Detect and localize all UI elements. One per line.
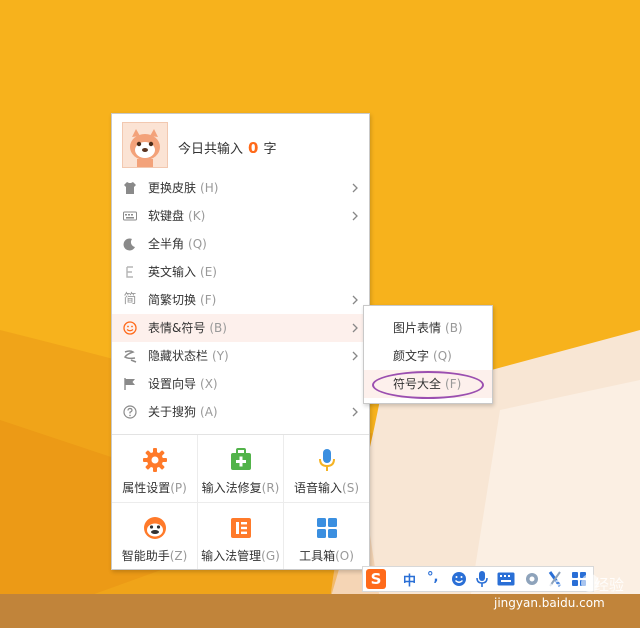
menu-item-label: 更换皮肤 (148, 181, 197, 195)
shortcut-key: (B) (445, 321, 463, 335)
simplified-icon: 简 (123, 292, 137, 307)
shortcut-key: (X) (200, 377, 218, 391)
english-icon (123, 265, 137, 279)
menu-item-label: 英文输入 (148, 265, 197, 279)
shortcut-key: (F) (200, 293, 217, 307)
submenu-item-symbol-collection[interactable]: 符号大全 (F) (364, 370, 492, 399)
svg-text:Bai: Bai (540, 574, 572, 595)
shortcut-key: (R) (261, 481, 280, 495)
watermark-text: jingyan.baidu.com (494, 596, 605, 610)
tool-label: 工具箱 (299, 549, 336, 563)
shortcut-key: (F) (445, 377, 462, 391)
submenu-item-picture-emoji[interactable]: 图片表情 (B) (364, 314, 492, 342)
punctuation-toggle[interactable]: °, (427, 570, 438, 588)
shortcut-key: (Q) (433, 349, 452, 363)
shortcut-key: (Z) (169, 549, 188, 563)
repair-kit-icon (231, 448, 251, 470)
emoji-symbols-submenu: 图片表情 (B) 颜文字 (Q) 符号大全 (F) (363, 305, 493, 404)
assistant-icon (144, 517, 166, 539)
emoji-icon[interactable] (451, 571, 467, 587)
menu-item-label: 表情&符号 (148, 321, 206, 335)
shortcut-key: (H) (200, 181, 219, 195)
smiley-icon (123, 321, 137, 335)
shortcut-key: (B) (209, 321, 227, 335)
help-icon (123, 405, 137, 419)
tool-property-settings[interactable]: 属性设置(P) (112, 435, 197, 502)
shortcut-key: (Q) (188, 237, 207, 251)
tool-ime-manager[interactable]: 输入法管理(G) (198, 503, 283, 570)
shortcut-key: (O) (335, 549, 354, 563)
baidu-watermark: Bai 经验 jingyan.baidu.com (480, 568, 630, 628)
count-suffix: 字 (263, 142, 277, 157)
submenu-item-label: 图片表情 (393, 321, 442, 335)
avatar (122, 122, 168, 168)
menu-item-simplified-traditional[interactable]: 简 简繁切换 (F) (112, 286, 369, 314)
toolbox-icon (317, 518, 337, 538)
tool-voice-input[interactable]: 语音输入(S) (284, 435, 369, 502)
tool-label: 智能助手 (121, 549, 170, 563)
submenu-item-label: 颜文字 (393, 349, 430, 363)
watermark-brand: 经验 (594, 576, 625, 594)
menu-item-full-half-width[interactable]: 全半角 (Q) (112, 230, 369, 258)
menu-item-label: 关于搜狗 (148, 405, 197, 419)
count-value: 0 (248, 139, 259, 157)
menu-item-label: 设置向导 (148, 377, 197, 391)
menu-item-skin[interactable]: 更换皮肤 (H) (112, 174, 369, 202)
tool-ime-repair[interactable]: 输入法修复(R) (198, 435, 283, 502)
chevron-right-icon (352, 351, 358, 361)
flag-icon (123, 377, 137, 391)
menu-item-about[interactable]: 关于搜狗 (A) (112, 398, 369, 426)
menu-item-hide-statusbar[interactable]: 隐藏状态栏 (Y) (112, 342, 369, 370)
shortcut-key: (G) (261, 549, 280, 563)
today-input-count: 今日共输入 0 字 (178, 138, 276, 157)
chevron-right-icon (352, 295, 358, 305)
shirt-icon (123, 181, 137, 195)
menu-item-emoji-symbols[interactable]: 表情&符号 (B) (112, 314, 369, 342)
hide-icon (123, 349, 137, 363)
chevron-right-icon (352, 323, 358, 333)
chevron-right-icon (352, 407, 358, 417)
chevron-right-icon (352, 183, 358, 193)
count-prefix: 今日共输入 (178, 142, 244, 157)
shortcut-key: (K) (188, 209, 206, 223)
chinese-mode-toggle[interactable]: 中 (403, 570, 416, 589)
sogou-logo-icon[interactable]: S (366, 569, 386, 589)
tool-label: 语音输入 (294, 481, 343, 495)
chevron-right-icon (352, 211, 358, 221)
shortcut-key: (E) (200, 265, 217, 279)
settings-gear-icon (143, 448, 167, 472)
microphone-icon (319, 449, 335, 471)
submenu-item-label: 符号大全 (393, 377, 442, 391)
menu-item-soft-keyboard[interactable]: 软键盘 (K) (112, 202, 369, 230)
menu-item-setup-wizard[interactable]: 设置向导 (X) (112, 370, 369, 398)
moon-icon (123, 237, 137, 251)
submenu-item-kaomoji[interactable]: 颜文字 (Q) (364, 342, 492, 370)
shortcut-key: (P) (170, 481, 187, 495)
menu-item-label: 隐藏状态栏 (148, 349, 209, 363)
shortcut-key: (S) (342, 481, 359, 495)
menu-item-label: 简繁切换 (148, 293, 197, 307)
tool-label: 属性设置 (122, 481, 171, 495)
shortcut-key: (A) (200, 405, 218, 419)
shortcut-key: (Y) (212, 349, 229, 363)
keyboard-icon (123, 209, 137, 223)
menu-item-label: 软键盘 (148, 209, 185, 223)
tool-smart-assistant[interactable]: 智能助手(Z) (112, 503, 197, 570)
manage-icon (231, 518, 251, 538)
ime-context-menu: 今日共输入 0 字 更换皮肤 (H) 软键盘 (K) 全半角 (Q) 英文输入 (E) 简 … (111, 113, 370, 570)
menu-item-english-input[interactable]: 英文输入 (E) (112, 258, 369, 286)
menu-item-label: 全半角 (148, 237, 185, 251)
tool-label: 输入法管理 (201, 549, 262, 563)
tool-toolbox[interactable]: 工具箱(O) (284, 503, 369, 570)
tool-label: 输入法修复 (201, 481, 262, 495)
tool-grid: 属性设置(P) 输入法修复(R) 语音输入(S) 智能助手(Z) 输入法管理(G… (112, 435, 369, 569)
menu-header: 今日共输入 0 字 (112, 114, 369, 174)
